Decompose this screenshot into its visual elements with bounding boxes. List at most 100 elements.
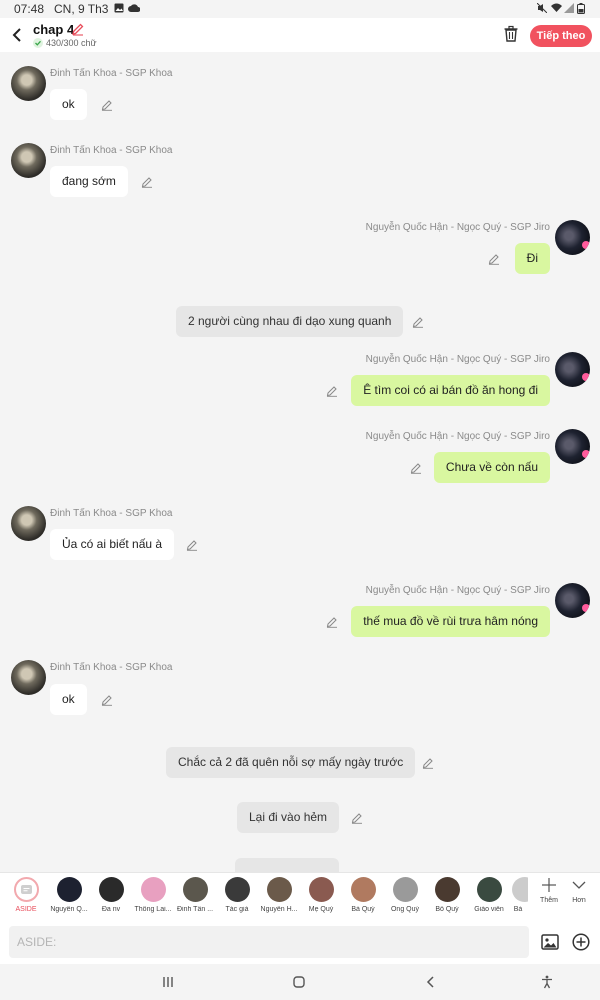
nav-back-icon[interactable] — [424, 975, 438, 989]
character-item[interactable]: Thông Lai... — [132, 877, 174, 913]
cloud-notification-icon — [128, 4, 140, 12]
character-item[interactable]: Tác giả — [216, 877, 258, 913]
message-bubble[interactable]: ok — [50, 684, 87, 715]
character-item[interactable]: Nguyễn Q... — [48, 877, 90, 913]
character-item[interactable]: Giáo viên — [468, 877, 510, 913]
image-icon[interactable] — [541, 933, 559, 951]
pencil-icon[interactable] — [412, 316, 424, 328]
character-aside[interactable]: ASIDE — [5, 877, 47, 913]
more-characters-button[interactable]: Thêm — [534, 877, 564, 904]
pencil-icon[interactable] — [422, 757, 434, 769]
character-avatar — [140, 877, 166, 902]
character-label: Nguyễn H... — [260, 906, 298, 913]
character-label: Đa nv — [101, 906, 121, 913]
message-bubble[interactable]: Ê tìm coi có ai bán đồ ăn hong đi — [351, 375, 550, 406]
avatar[interactable] — [11, 66, 46, 101]
home-icon[interactable] — [292, 975, 306, 989]
pencil-icon[interactable] — [351, 812, 363, 824]
recent-apps-icon[interactable] — [161, 975, 175, 989]
sender-name: Đinh Tấn Khoa - SGP Khoa — [50, 662, 173, 673]
chapter-title: chap 4 — [33, 22, 75, 37]
edit-title-icon[interactable] — [71, 22, 85, 36]
avatar[interactable] — [555, 583, 590, 618]
aside-bubble[interactable]: Lại đi vào hẻm — [237, 802, 340, 833]
word-count-text: 430/300 chữ — [46, 38, 97, 48]
pencil-icon[interactable] — [410, 462, 422, 474]
trash-icon[interactable] — [503, 25, 519, 43]
character-item[interactable]: Ông Quý — [384, 877, 426, 913]
sender-name: Nguyễn Quốc Hận - Ngọc Quý - SGP Jiro — [365, 431, 550, 442]
character-label: Nguyễn Q... — [50, 906, 88, 913]
pencil-icon[interactable] — [101, 99, 113, 111]
add-circle-icon[interactable] — [572, 933, 590, 951]
character-label: Mẹ Quý — [308, 906, 334, 913]
message-input[interactable] — [9, 926, 529, 958]
character-label: Bà Quý — [351, 906, 375, 913]
aside-avatar — [13, 877, 39, 902]
system-nav-bar — [0, 964, 600, 1000]
sender-name: Đinh Tấn Khoa - SGP Khoa — [50, 68, 173, 79]
character-item[interactable]: Mẹ Quý — [300, 877, 342, 913]
character-avatar — [182, 877, 208, 902]
sender-name: Nguyễn Quốc Hận - Ngọc Quý - SGP Jiro — [365, 222, 550, 233]
character-item[interactable]: Bá — [508, 877, 528, 913]
message-bubble[interactable]: Đi — [514, 243, 550, 274]
back-arrow-icon[interactable] — [10, 27, 24, 43]
check-icon — [33, 38, 43, 48]
character-label: Ông Quý — [390, 906, 419, 913]
message-bubble[interactable]: Chưa về còn nấu — [433, 452, 550, 483]
avatar[interactable] — [555, 429, 590, 464]
pencil-icon[interactable] — [326, 616, 338, 628]
chat-icon — [20, 885, 32, 894]
chat-area[interactable]: Đinh Tấn Khoa - SGP Khoa ok Đinh Tấn Kho… — [0, 52, 600, 872]
word-count: 430/300 chữ — [33, 38, 97, 48]
avatar[interactable] — [11, 506, 46, 541]
character-item[interactable]: Đa nv — [90, 877, 132, 913]
pencil-icon[interactable] — [186, 539, 198, 551]
character-item[interactable]: Bà Quý — [342, 877, 384, 913]
character-item[interactable]: Bố Quý — [426, 877, 468, 913]
pencil-icon[interactable] — [488, 253, 500, 265]
character-avatar — [266, 877, 292, 902]
avatar[interactable] — [11, 143, 46, 178]
pencil-icon[interactable] — [326, 385, 338, 397]
avatar[interactable] — [11, 660, 46, 695]
sender-name: Đinh Tấn Khoa - SGP Khoa — [50, 508, 173, 519]
wifi-icon — [551, 3, 562, 12]
pencil-icon[interactable] — [101, 694, 113, 706]
character-avatar — [350, 877, 376, 902]
character-avatar — [434, 877, 460, 902]
message-bubble[interactable]: ok — [50, 89, 87, 120]
character-label: Bá — [513, 906, 523, 913]
character-label: ASIDE — [15, 906, 37, 913]
mute-icon — [537, 3, 547, 13]
aside-bubble-partial[interactable] — [235, 858, 339, 872]
character-avatar — [512, 877, 528, 902]
status-date: CN, 9 Th3 — [54, 2, 109, 16]
avatar[interactable] — [555, 352, 590, 387]
character-label: Thông Lai... — [134, 906, 172, 913]
character-item[interactable]: Đinh Tấn ... — [174, 877, 216, 913]
character-avatar — [224, 877, 250, 902]
aside-bubble[interactable]: 2 người cùng nhau đi dạo xung quanh — [176, 306, 404, 337]
character-item[interactable]: Nguyễn H... — [258, 877, 300, 913]
accessibility-icon[interactable] — [540, 975, 554, 989]
battery-icon — [577, 3, 585, 14]
signal-icon — [564, 3, 574, 13]
character-label: Đinh Tấn ... — [176, 906, 214, 913]
message-bubble[interactable]: thế mua đồ về rùi trưa hâm nóng — [351, 606, 550, 637]
chevron-down-icon — [572, 881, 586, 889]
character-avatar — [308, 877, 334, 902]
character-avatar — [476, 877, 502, 902]
status-time: 07:48 — [14, 2, 45, 16]
avatar[interactable] — [555, 220, 590, 255]
character-label: Tác giả — [225, 906, 249, 913]
sender-name: Nguyễn Quốc Hận - Ngọc Quý - SGP Jiro — [365, 354, 550, 365]
pencil-icon[interactable] — [141, 176, 153, 188]
message-bubble[interactable]: đang sớm — [50, 166, 128, 197]
message-bubble[interactable]: Ủa có ai biết nấu à — [50, 529, 175, 560]
aside-bubble[interactable]: Chắc cả 2 đã quên nỗi sợ mấy ngày trước — [166, 747, 416, 778]
expand-button[interactable]: Hơn — [564, 877, 594, 904]
next-button[interactable]: Tiếp theo — [530, 25, 592, 47]
character-avatar — [392, 877, 418, 902]
